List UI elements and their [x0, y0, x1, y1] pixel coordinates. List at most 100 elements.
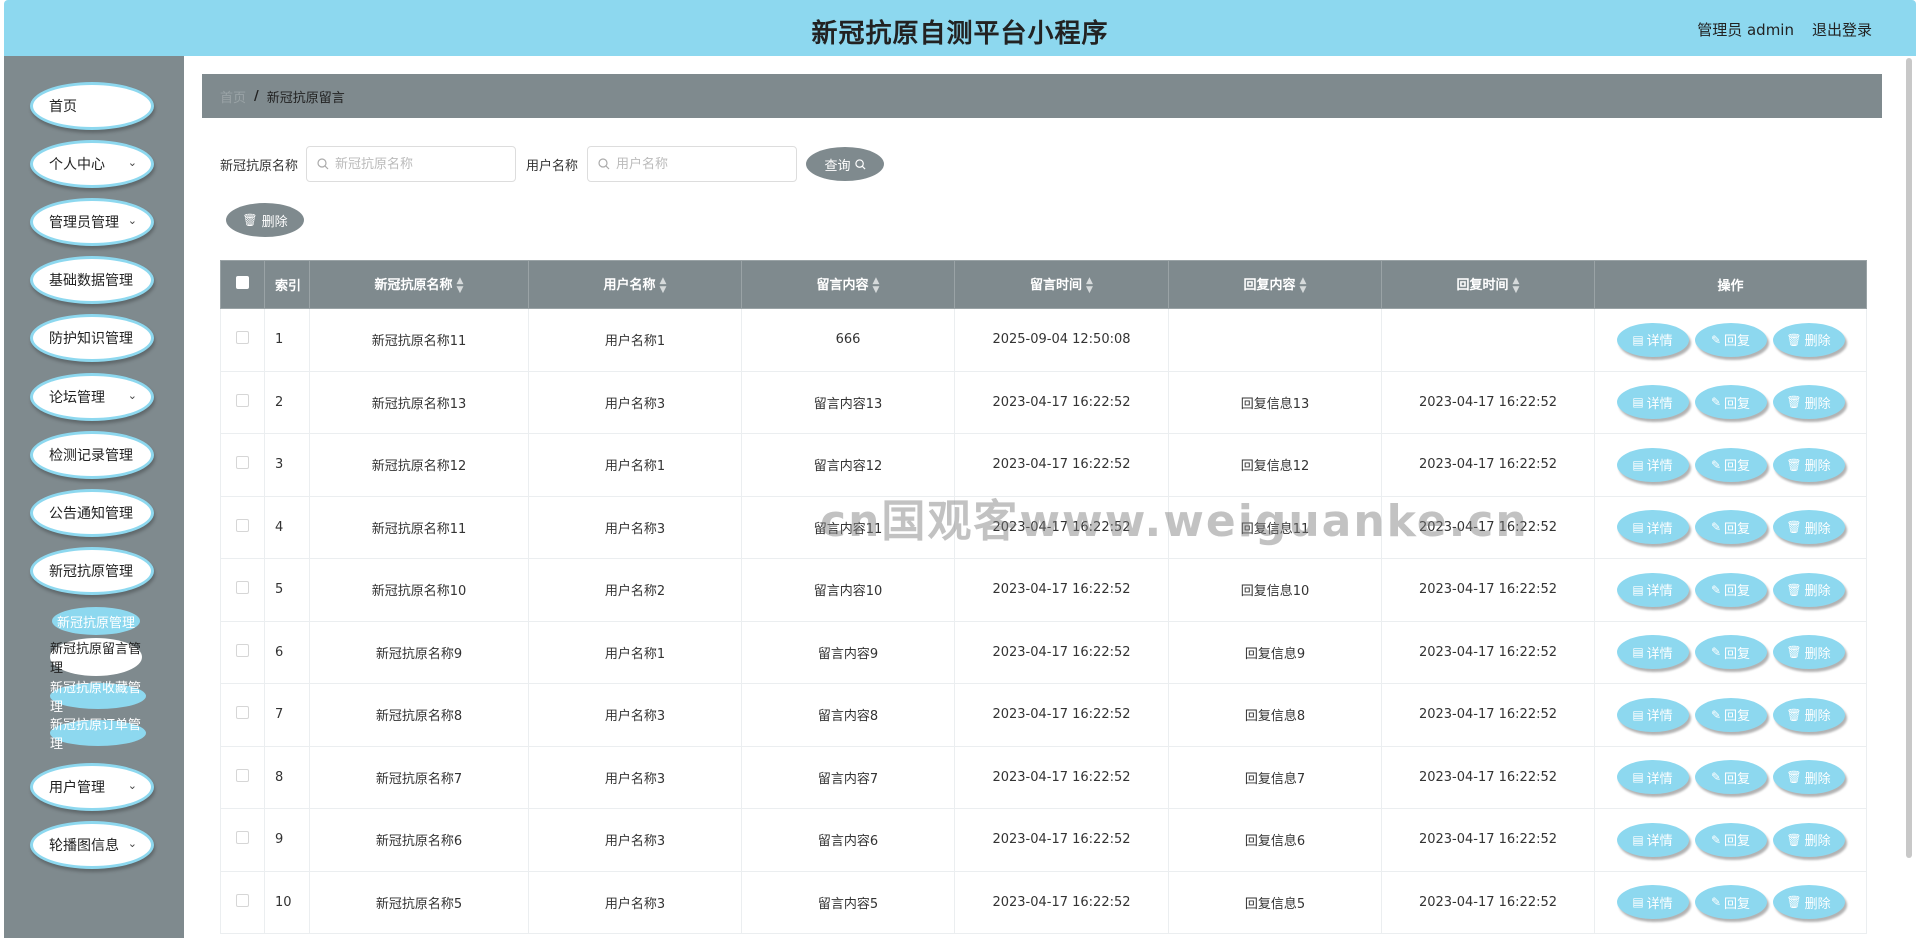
sidebar-item-label: 检测记录管理 — [49, 448, 133, 464]
detail-button[interactable]: ▤ 详情 — [1616, 885, 1689, 920]
reply-button[interactable]: ✎ 回复 — [1694, 447, 1767, 482]
cell-reply-content: 回复信息13 — [1168, 371, 1382, 434]
column-header-message-time[interactable]: 留言时间 ▲ ▼ — [954, 260, 1169, 309]
reply-button[interactable]: ✎ 回复 — [1694, 822, 1767, 857]
detail-button[interactable]: ▤ 详情 — [1616, 322, 1689, 357]
antigen-name-search-box — [306, 146, 516, 182]
edit-icon: ✎ — [1710, 457, 1722, 472]
detail-label: 详情 — [1646, 646, 1673, 662]
detail-label: 详情 — [1646, 396, 1673, 412]
user-name-input[interactable] — [616, 156, 776, 172]
sidebar-item-admin-management[interactable]: 管理员管理 ⌄ — [30, 198, 154, 246]
row-checkbox[interactable] — [236, 706, 249, 720]
edit-icon: ✎ — [1710, 895, 1722, 910]
detail-button[interactable]: ▤ 详情 — [1616, 822, 1689, 857]
reply-label: 回复 — [1724, 834, 1751, 850]
delete-button[interactable]: 🗑 删除 — [1772, 510, 1845, 545]
cell-message-time: 2023-04-17 16:22:52 — [954, 558, 1169, 622]
row-checkbox[interactable] — [236, 456, 249, 470]
row-checkbox[interactable] — [236, 768, 249, 782]
reply-button[interactable]: ✎ 回复 — [1694, 572, 1767, 607]
cell-message-content: 留言内容9 — [741, 621, 955, 684]
cell-actions: ▤ 详情 ✎ 回复 🗑 删除 — [1594, 371, 1867, 434]
reply-button[interactable]: ✎ 回复 — [1694, 385, 1767, 420]
sidebar-item-protection-knowledge[interactable]: 防护知识管理 — [30, 314, 154, 362]
delete-button[interactable]: 🗑 删除 — [1772, 760, 1845, 795]
edit-icon: ✎ — [1710, 332, 1722, 347]
sidebar-item-antigen-management[interactable]: 新冠抗原管理 — [30, 547, 154, 595]
table-row: 6 新冠抗原名称9 用户名称1 留言内容9 2023-04-17 16:22:52 回复信… — [220, 621, 1867, 684]
delete-button[interactable]: 🗑 删除 — [1772, 697, 1845, 732]
breadcrumb-home[interactable]: 首页 — [220, 87, 246, 106]
row-checkbox[interactable] — [236, 643, 249, 657]
detail-button[interactable]: ▤ 详情 — [1616, 760, 1689, 795]
messages-table: 索引 新冠抗原名称 ▲ ▼ 用户名称 ▲ ▼ 留言内容 ▲ ▼ 留言时间 ▲ ▼ 回复内容 ▲ ▼ … — [220, 260, 1867, 934]
delete-label: 删除 — [1804, 646, 1831, 662]
row-checkbox[interactable] — [236, 831, 249, 845]
delete-button[interactable]: 🗑 删除 — [1772, 635, 1845, 670]
detail-button[interactable]: ▤ 详情 — [1616, 447, 1689, 482]
scrollbar-thumb[interactable] — [1906, 58, 1912, 858]
reply-button[interactable]: ✎ 回复 — [1694, 885, 1767, 920]
delete-button[interactable]: 🗑 删除 — [1772, 572, 1845, 607]
select-all-checkbox[interactable] — [236, 276, 249, 289]
cell-reply-time: 2023-04-17 16:22:52 — [1381, 683, 1595, 747]
reply-button[interactable]: ✎ 回复 — [1694, 510, 1767, 545]
cell-message-content: 留言内容5 — [741, 871, 955, 934]
vertical-scrollbar[interactable] — [1904, 56, 1914, 858]
delete-button[interactable]: 🗑 删除 — [1772, 447, 1845, 482]
column-header-reply-content[interactable]: 回复内容 ▲ ▼ — [1168, 260, 1382, 309]
row-checkbox[interactable] — [236, 518, 249, 532]
delete-button[interactable]: 🗑 删除 — [1772, 322, 1845, 357]
cell-user-name: 用户名称3 — [528, 496, 742, 559]
reply-button[interactable]: ✎ 回复 — [1694, 697, 1767, 732]
cell-antigen-name: 新冠抗原名称11 — [309, 308, 529, 372]
column-header-reply-time[interactable]: 回复时间 ▲ ▼ — [1381, 260, 1595, 309]
table-header-row: 索引 新冠抗原名称 ▲ ▼ 用户名称 ▲ ▼ 留言内容 ▲ ▼ 留言时间 ▲ ▼ 回复内容 ▲ ▼ … — [220, 260, 1867, 309]
sidebar-item-base-data[interactable]: 基础数据管理 — [30, 256, 154, 304]
sidebar-subitem-antigen-messages[interactable]: 新冠抗原留言管理 — [50, 638, 142, 676]
column-header-antigen-name[interactable]: 新冠抗原名称 ▲ ▼ — [309, 260, 529, 309]
reply-button[interactable]: ✎ 回复 — [1694, 322, 1767, 357]
trash-icon: 🗑 — [1786, 770, 1802, 785]
trash-icon: 🗑 — [1786, 707, 1802, 722]
column-header-message-content[interactable]: 留言内容 ▲ ▼ — [741, 260, 955, 309]
sidebar-subitem-antigen-orders[interactable]: 新冠抗原订单管理 — [50, 718, 146, 752]
row-checkbox[interactable] — [236, 893, 249, 907]
sidebar-item-home[interactable]: 首页 — [30, 82, 154, 130]
sidebar-item-announcements[interactable]: 公告通知管理 — [30, 489, 154, 537]
sidebar-item-personal-center[interactable]: 个人中心 ⌄ — [30, 140, 154, 188]
delete-button[interactable]: 🗑 删除 — [1772, 885, 1845, 920]
reply-button[interactable]: ✎ 回复 — [1694, 635, 1767, 670]
logout-link[interactable]: 退出登录 — [1812, 19, 1872, 40]
detail-button[interactable]: ▤ 详情 — [1616, 572, 1689, 607]
row-checkbox[interactable] — [236, 581, 249, 595]
sidebar-item-forum[interactable]: 论坛管理 ⌄ — [30, 373, 154, 421]
reply-label: 回复 — [1724, 459, 1751, 475]
antigen-name-input[interactable] — [335, 156, 495, 172]
table-row: 2 新冠抗原名称13 用户名称3 留言内容13 2023-04-17 16:22:52 回… — [220, 371, 1867, 434]
table-row: 7 新冠抗原名称8 用户名称3 留言内容8 2023-04-17 16:22:52 回复信… — [220, 683, 1867, 747]
sidebar-item-user-management[interactable]: 用户管理 ⌄ — [30, 763, 154, 811]
sidebar-subitem-antigen-favorites[interactable]: 新冠抗原收藏管理 — [50, 681, 146, 715]
detail-button[interactable]: ▤ 详情 — [1616, 510, 1689, 545]
row-checkbox[interactable] — [236, 393, 249, 407]
detail-button[interactable]: ▤ 详情 — [1616, 635, 1689, 670]
detail-button[interactable]: ▤ 详情 — [1616, 697, 1689, 732]
reply-button[interactable]: ✎ 回复 — [1694, 760, 1767, 795]
sidebar-item-carousel[interactable]: 轮播图信息 ⌄ — [30, 821, 154, 869]
cell-reply-content: 回复信息5 — [1168, 871, 1382, 934]
detail-button[interactable]: ▤ 详情 — [1616, 385, 1689, 420]
row-checkbox[interactable] — [236, 331, 249, 345]
delete-button[interactable]: 🗑 删除 — [1772, 822, 1845, 857]
sidebar-subitem-antigen[interactable]: 新冠抗原管理 — [52, 607, 140, 635]
delete-label: 删除 — [1804, 896, 1831, 912]
cell-index: 10 — [264, 871, 310, 934]
sidebar-item-test-records[interactable]: 检测记录管理 — [30, 431, 154, 479]
breadcrumb-current: 新冠抗原留言 — [266, 90, 345, 106]
query-button[interactable]: 查询 — [806, 147, 884, 181]
delete-button[interactable]: 🗑 删除 — [1772, 385, 1845, 420]
column-header-user-name[interactable]: 用户名称 ▲ ▼ — [528, 260, 742, 309]
batch-delete-button[interactable]: 🗑 删除 — [226, 203, 304, 237]
cell-reply-time: 2023-04-17 16:22:52 — [1381, 371, 1595, 434]
